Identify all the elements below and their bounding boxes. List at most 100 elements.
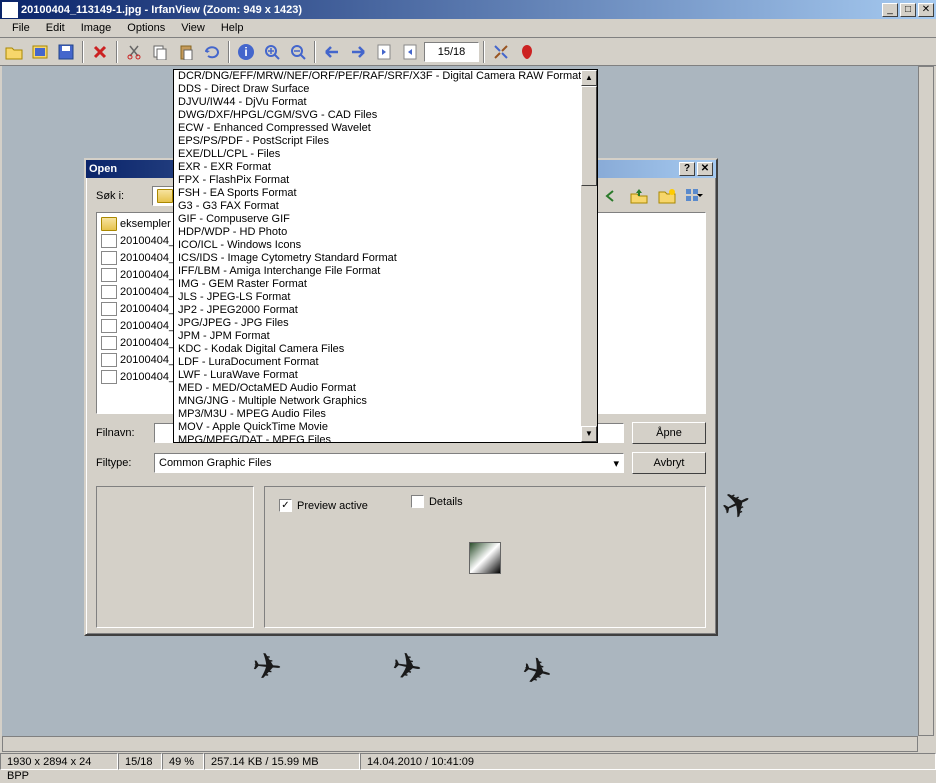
menu-edit[interactable]: Edit [38,20,73,36]
scroll-down-icon[interactable]: ▼ [581,426,597,442]
dropdown-item[interactable]: MNG/JNG - Multiple Network Graphics [174,395,581,408]
filetype-dropdown[interactable]: DCR/DNG/EFF/MRW/NEF/ORF/PEF/RAF/SRF/X3F … [173,69,598,443]
vertical-scrollbar[interactable] [918,66,934,736]
zoom-in-icon[interactable] [260,40,284,64]
file-icon [101,234,117,248]
dropdown-item[interactable]: JPG/JPEG - JPG Files [174,317,581,330]
details-checkbox[interactable]: Details [411,495,463,508]
menu-help[interactable]: Help [213,20,252,36]
image-content: ✈ [389,644,426,691]
slideshow-icon[interactable] [28,40,52,64]
copy-icon[interactable] [148,40,172,64]
maximize-button[interactable]: □ [900,3,916,17]
cancel-button[interactable]: Avbryt [632,452,706,474]
back-button[interactable] [600,186,622,206]
preview-options: ✓ Preview active Details [264,486,706,628]
dropdown-item[interactable]: GIF - Compuserve GIF [174,213,581,226]
file-icon [101,336,117,350]
dropdown-item[interactable]: FSH - EA Sports Format [174,187,581,200]
next-page-icon[interactable] [398,40,422,64]
dropdown-item[interactable]: ICS/IDS - Image Cytometry Standard Forma… [174,252,581,265]
open-button[interactable]: Åpne [632,422,706,444]
horizontal-scrollbar[interactable] [2,736,918,752]
menubar: File Edit Image Options View Help [0,19,936,38]
filetype-value: Common Graphic Files [159,457,613,469]
undo-icon[interactable] [200,40,224,64]
dropdown-item[interactable]: ICO/ICL - Windows Icons [174,239,581,252]
irfanview-icon[interactable] [515,40,539,64]
next-icon[interactable] [346,40,370,64]
file-icon [101,268,117,282]
open-icon[interactable] [2,40,26,64]
checkbox-icon: ✓ [279,499,292,512]
cut-icon[interactable] [122,40,146,64]
status-zoom: 49 % [162,753,204,770]
dialog-close-button[interactable]: ✕ [697,162,713,176]
menu-file[interactable]: File [4,20,38,36]
dropdown-item[interactable]: DCR/DNG/EFF/MRW/NEF/ORF/PEF/RAF/SRF/X3F … [174,70,581,83]
dropdown-item[interactable]: KDC - Kodak Digital Camera Files [174,343,581,356]
dropdown-item[interactable]: MP3/M3U - MPEG Audio Files [174,408,581,421]
filetype-label: Filtype: [96,457,146,469]
checkbox-icon [411,495,424,508]
dropdown-item[interactable]: JLS - JPEG-LS Format [174,291,581,304]
dropdown-item[interactable]: EPS/PS/PDF - PostScript Files [174,135,581,148]
dropdown-item[interactable]: DJVU/IW44 - DjVu Format [174,96,581,109]
close-button[interactable]: ✕ [918,3,934,17]
dropdown-item[interactable]: IFF/LBM - Amiga Interchange File Format [174,265,581,278]
folder-icon [157,189,173,203]
dropdown-scrollbar[interactable]: ▲ ▼ [581,70,597,442]
dropdown-item[interactable]: JPM - JPM Format [174,330,581,343]
dropdown-item[interactable]: HDP/WDP - HD Photo [174,226,581,239]
file-icon [101,353,117,367]
image-content: ✈ [715,480,760,531]
scroll-up-icon[interactable]: ▲ [581,70,597,86]
preview-active-checkbox[interactable]: ✓ Preview active [279,499,368,512]
dropdown-item[interactable]: IMG - GEM Raster Format [174,278,581,291]
zoom-out-icon[interactable] [286,40,310,64]
app-icon [2,2,18,18]
dropdown-item[interactable]: JP2 - JPEG2000 Format [174,304,581,317]
up-button[interactable] [628,186,650,206]
file-icon [101,285,117,299]
dropdown-item[interactable]: G3 - G3 FAX Format [174,200,581,213]
dropdown-item[interactable]: LDF - LuraDocument Format [174,356,581,369]
prev-page-icon[interactable] [372,40,396,64]
filetype-combo[interactable]: Common Graphic Files ▾ [154,453,624,473]
dropdown-item[interactable]: MED - MED/OctaMED Audio Format [174,382,581,395]
dropdown-item[interactable]: LWF - LuraWave Format [174,369,581,382]
dropdown-item[interactable]: EXR - EXR Format [174,161,581,174]
menu-view[interactable]: View [173,20,213,36]
image-content: ✈ [517,648,557,696]
save-icon[interactable] [54,40,78,64]
info-icon[interactable]: i [234,40,258,64]
window-title: 20100404_113149-1.jpg - IrfanView (Zoom:… [21,4,880,16]
status-filesize: 257.14 KB / 15.99 MB [204,753,360,770]
dropdown-item[interactable]: EXE/DLL/CPL - Files [174,148,581,161]
look-in-label: Søk i: [96,190,146,202]
menu-options[interactable]: Options [119,20,173,36]
menu-image[interactable]: Image [73,20,120,36]
dropdown-item[interactable]: DDS - Direct Draw Surface [174,83,581,96]
view-menu-button[interactable] [684,186,706,206]
dropdown-item[interactable]: DWG/DXF/HPGL/CGM/SVG - CAD Files [174,109,581,122]
chevron-down-icon: ▾ [613,457,619,470]
delete-icon[interactable] [88,40,112,64]
dialog-help-button[interactable]: ? [679,162,695,176]
dropdown-item[interactable]: FPX - FlashPix Format [174,174,581,187]
image-content: ✈ [250,645,284,689]
prev-icon[interactable] [320,40,344,64]
status-dimensions: 1930 x 2894 x 24 BPP [0,753,118,770]
minimize-button[interactable]: _ [882,3,898,17]
statusbar: 1930 x 2894 x 24 BPP 15/18 49 % 257.14 K… [0,752,936,771]
dropdown-item[interactable]: ECW - Enhanced Compressed Wavelet [174,122,581,135]
file-icon [101,302,117,316]
settings-icon[interactable] [489,40,513,64]
dropdown-item[interactable]: MPG/MPEG/DAT - MPEG Files [174,434,581,442]
new-folder-button[interactable] [656,186,678,206]
paste-icon[interactable] [174,40,198,64]
dropdown-item[interactable]: MOV - Apple QuickTime Movie [174,421,581,434]
preview-thumbnail [469,542,501,574]
scroll-thumb[interactable] [581,86,597,186]
filename-label: Filnavn: [96,427,146,439]
